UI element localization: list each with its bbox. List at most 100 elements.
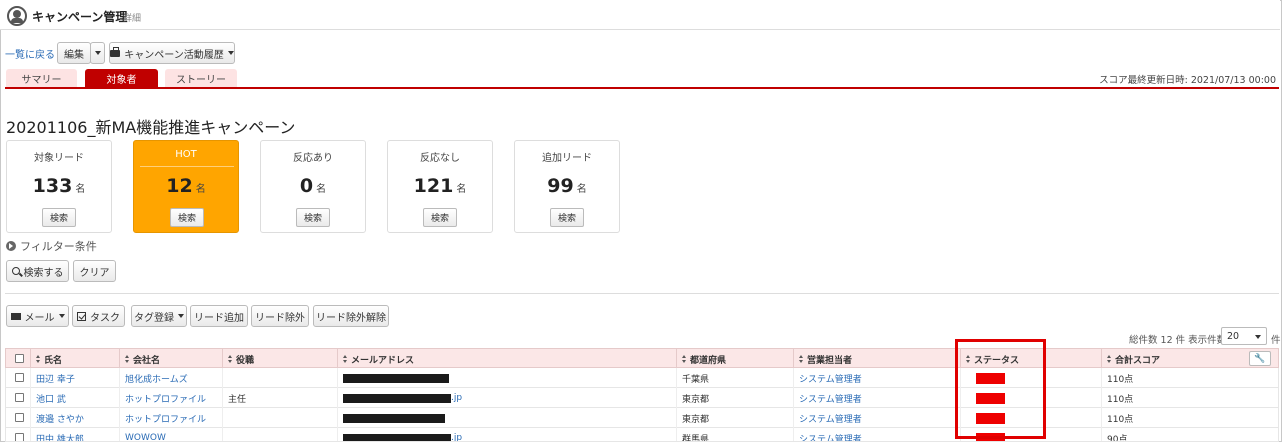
edit-dropdown-button[interactable] bbox=[90, 42, 105, 64]
column-header-company[interactable]: 会社名 bbox=[119, 349, 222, 369]
campaign-activity-button[interactable]: キャンペーン活動履歴 bbox=[109, 42, 235, 64]
card-search-button[interactable]: 検索 bbox=[170, 208, 204, 227]
column-header-name[interactable]: 氏名 bbox=[30, 349, 119, 369]
card-unit: 名 bbox=[75, 184, 86, 195]
cell-prefecture: 群馬県 bbox=[676, 428, 793, 441]
column-header-email[interactable]: メールアドレス bbox=[337, 349, 676, 369]
cell-name: 田辺 幸子 bbox=[30, 368, 119, 388]
owner-link[interactable]: システム管理者 bbox=[799, 372, 862, 385]
row-checkbox[interactable] bbox=[15, 413, 24, 422]
card-search-button[interactable]: 検索 bbox=[550, 208, 584, 227]
company-link[interactable]: ホットプロファイル bbox=[125, 412, 206, 425]
column-header-score[interactable]: 合計スコア bbox=[1101, 349, 1244, 369]
checkbox-icon bbox=[77, 311, 86, 321]
card-number: 0 bbox=[299, 175, 314, 197]
mail-button[interactable]: メール bbox=[6, 305, 69, 327]
company-link[interactable]: 旭化成ホームズ bbox=[125, 372, 188, 385]
column-header-owner[interactable]: 営業担当者 bbox=[793, 349, 960, 369]
task-button[interactable]: タスク bbox=[72, 305, 125, 327]
card-value: 121 名 bbox=[388, 175, 492, 197]
tab-summary[interactable]: サマリー bbox=[6, 69, 77, 88]
lead-name-link[interactable]: 渡邉 さやか bbox=[36, 412, 84, 425]
page-size-value: 20 bbox=[1227, 330, 1240, 342]
card-search-button[interactable]: 検索 bbox=[296, 208, 330, 227]
filter-toggle[interactable]: フィルター条件 bbox=[6, 238, 97, 254]
table-row: 田中 雄太郎 WOWOW .jp 群馬県 システム管理者 HOT 90点 bbox=[5, 428, 1279, 442]
lead-name-link[interactable]: 田中 雄太郎 bbox=[36, 432, 84, 442]
unremove-lead-button[interactable]: リード除外解除 bbox=[313, 305, 389, 327]
cell-owner: システム管理者 bbox=[793, 368, 960, 388]
lead-name-link[interactable]: 田辺 幸子 bbox=[36, 372, 75, 385]
tab-story[interactable]: ストーリー bbox=[165, 69, 237, 88]
card-value: 0名 bbox=[261, 175, 365, 197]
chevron-down-icon bbox=[58, 314, 65, 318]
tag-button[interactable]: タグ登録 bbox=[131, 305, 187, 327]
column-header-title[interactable]: 役職 bbox=[222, 349, 337, 369]
sort-icon bbox=[682, 355, 687, 363]
lead-name-link[interactable]: 池口 武 bbox=[36, 392, 66, 405]
table-header-row: 氏名 会社名 役職 メールアドレス 都道府県 営業担当者 ステータス 合計スコア… bbox=[5, 348, 1279, 369]
card-divider bbox=[140, 166, 234, 167]
total-count-text: 総件数 12 件 表示件数 bbox=[1129, 335, 1227, 346]
circle-chevron-right-icon bbox=[6, 241, 16, 251]
card-search-button[interactable]: 検索 bbox=[423, 208, 457, 227]
tab-targets-label: 対象者 bbox=[106, 75, 137, 86]
add-lead-button[interactable]: リード追加 bbox=[190, 305, 248, 327]
filter-search-button[interactable]: 検索する bbox=[6, 260, 69, 282]
column-header-label: 氏名 bbox=[44, 355, 63, 366]
redacted-email bbox=[343, 413, 445, 423]
column-header-label: 合計スコア bbox=[1115, 355, 1161, 366]
column-header-label: メールアドレス bbox=[351, 355, 415, 366]
cell-title: 主任 bbox=[222, 388, 337, 408]
row-checkbox[interactable] bbox=[15, 373, 24, 382]
cell-email: .jp bbox=[337, 388, 676, 408]
card-search-button[interactable]: 検索 bbox=[42, 208, 76, 227]
mail-icon bbox=[10, 312, 21, 320]
cell-company: WOWOW bbox=[119, 428, 222, 441]
company-link[interactable]: WOWOW bbox=[125, 433, 166, 441]
select-all-checkbox[interactable] bbox=[15, 354, 24, 363]
task-label: タスク bbox=[90, 312, 120, 324]
row-checkbox[interactable] bbox=[15, 393, 24, 402]
cell-company: 旭化成ホームズ bbox=[119, 368, 222, 388]
card-unit: 名 bbox=[316, 184, 327, 195]
owner-link[interactable]: システム管理者 bbox=[799, 392, 862, 405]
app-title: キャンペーン管理 bbox=[32, 10, 128, 24]
email-link-suffix[interactable]: .jp bbox=[451, 393, 462, 403]
sort-icon bbox=[36, 355, 41, 363]
sort-icon bbox=[228, 355, 233, 363]
column-header-prefecture[interactable]: 都道府県 bbox=[676, 349, 793, 369]
tab-targets[interactable]: 対象者 bbox=[85, 69, 158, 88]
tab-summary-label: サマリー bbox=[21, 75, 62, 86]
cell-name: 田中 雄太郎 bbox=[30, 428, 119, 442]
campaign-title: 20201106_新MA機能推進キャンペーン bbox=[6, 118, 296, 137]
redacted-email bbox=[343, 373, 449, 383]
sort-icon bbox=[125, 355, 130, 363]
cell-score: 90点 bbox=[1101, 428, 1244, 441]
card-number: 12 bbox=[166, 175, 193, 197]
cell-prefecture: 東京都 bbox=[676, 388, 793, 408]
chevron-down-icon bbox=[1255, 335, 1261, 339]
email-link-suffix[interactable]: .jp bbox=[451, 433, 462, 441]
company-link[interactable]: ホットプロファイル bbox=[125, 392, 206, 405]
tab-underline bbox=[5, 87, 1279, 89]
column-settings-button[interactable]: 🔧 bbox=[1249, 351, 1271, 366]
card-unit: 名 bbox=[576, 184, 587, 195]
filter-clear-button[interactable]: クリア bbox=[73, 260, 116, 282]
edit-button[interactable]: 編集 bbox=[57, 42, 91, 64]
filter-heading-label: フィルター条件 bbox=[20, 240, 97, 253]
page-size-select[interactable]: 20 bbox=[1221, 327, 1267, 345]
wrench-icon: 🔧 bbox=[1254, 353, 1266, 364]
remove-lead-button[interactable]: リード除外 bbox=[251, 305, 309, 327]
card-hot: HOT 12 名 検索 bbox=[133, 140, 239, 233]
row-checkbox[interactable] bbox=[15, 433, 24, 441]
page-size-unit: 件 bbox=[1271, 335, 1281, 346]
back-to-list-link[interactable]: 一覧に戻る bbox=[5, 46, 55, 61]
owner-link[interactable]: システム管理者 bbox=[799, 412, 862, 425]
card-responded: 反応あり 0名 検索 bbox=[260, 140, 366, 233]
cell-email: .jp bbox=[337, 428, 676, 441]
cell-title bbox=[222, 408, 337, 428]
owner-link[interactable]: システム管理者 bbox=[799, 432, 862, 442]
card-unit: 名 bbox=[456, 184, 467, 195]
cell-title bbox=[222, 368, 337, 388]
